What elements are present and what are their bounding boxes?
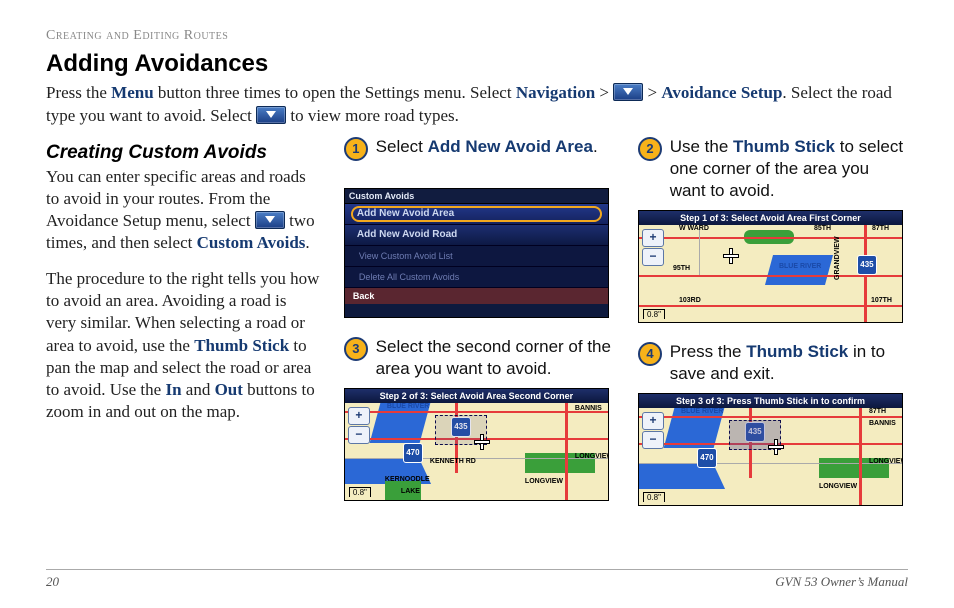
intro-text: > [595, 83, 613, 102]
menu-item: Delete All Custom Avoids [345, 267, 608, 288]
route-shield: 470 [403, 443, 423, 463]
map-label: 95TH [673, 265, 690, 272]
zoom-out-button: − [642, 248, 664, 266]
body-text: . [305, 233, 309, 252]
step-4-title: 4 Press the Thumb Stick in to save and e… [638, 341, 908, 385]
thumb-stick-ref: Thumb Stick [194, 336, 289, 355]
menu-item: Add New Avoid Road [345, 225, 608, 246]
down-arrow-icon [613, 83, 643, 101]
intro-text: Press the [46, 83, 111, 102]
step-text: Select [376, 137, 428, 156]
map-label: BANNIS [869, 420, 896, 427]
custom-avoids-menu-screenshot: Custom Avoids Add New Avoid Area Add New… [344, 188, 609, 318]
map-label: LONGVIEW [819, 483, 857, 490]
footer-rule [46, 569, 908, 570]
map-label: LONGVIEW [869, 458, 903, 465]
down-arrow-icon [255, 211, 285, 229]
map-step2-screenshot: Step 2 of 3: Select Avoid Area Second Co… [344, 388, 609, 501]
step-number-badge: 2 [638, 137, 662, 161]
map-label: LAKE [401, 488, 420, 495]
navigation-ref: Navigation [516, 83, 595, 102]
map-label: LONGVIEW [575, 453, 609, 460]
step-text: Press the [670, 342, 747, 361]
map-label: BLUE RIVER [779, 263, 821, 270]
step-number-badge: 4 [638, 342, 662, 366]
map-label: KENNETH RD [430, 458, 476, 465]
map-title: Step 1 of 3: Select Avoid Area First Cor… [639, 211, 902, 225]
map-label: BLUE RIVER [681, 408, 723, 415]
zoom-in-button: + [642, 412, 664, 430]
crosshair-icon [475, 435, 489, 449]
zoom-out-button: − [642, 431, 664, 449]
step-text: Use the [670, 137, 733, 156]
map-label: BLUE RIVER [387, 403, 429, 410]
manual-name: GVN 53 Owner’s Manual [775, 574, 908, 590]
map-label: BANNIS [575, 405, 602, 412]
crosshair-icon [724, 249, 738, 263]
route-shield: 435 [857, 255, 877, 275]
in-button-ref: In [165, 380, 181, 399]
map-label: 107TH [871, 297, 892, 304]
zoom-out-button: − [348, 426, 370, 444]
step-number-badge: 1 [344, 137, 368, 161]
step-text: . [593, 137, 598, 156]
zoom-in-button: + [642, 229, 664, 247]
map-label: W WARD [679, 225, 709, 232]
intro-text: > [643, 83, 661, 102]
map-step1-screenshot: Step 1 of 3: Select Avoid Area First Cor… [638, 210, 903, 323]
step-3-title: 3 Select the second corner of the area y… [344, 336, 614, 380]
custom-avoids-ref: Custom Avoids [197, 233, 306, 252]
section-header: Creating and Editing Routes [46, 28, 908, 44]
avoidance-setup-ref: Avoidance Setup [661, 83, 782, 102]
step-2-title: 2 Use the Thumb Stick to select one corn… [638, 136, 908, 202]
paragraph: You can enter specific areas and roads t… [46, 166, 320, 254]
step-text: Select the second corner of the area you… [376, 337, 611, 378]
intro-text: button three times to open the Settings … [154, 83, 516, 102]
paragraph: The procedure to the right tells you how… [46, 268, 320, 423]
map-label: 87TH [869, 408, 886, 415]
page-title: Adding Avoidances [46, 50, 908, 78]
map-label: LONGVIEW [525, 478, 563, 485]
down-arrow-icon [256, 106, 286, 124]
crosshair-icon [769, 440, 783, 454]
menu-item: View Custom Avoid List [345, 246, 608, 267]
menu-item: Add New Avoid Area [345, 204, 608, 225]
route-shield: 470 [697, 448, 717, 468]
body-text: and [182, 380, 215, 399]
map-step3-screenshot: Step 3 of 3: Press Thumb Stick in to con… [638, 393, 903, 506]
intro-paragraph: Press the Menu button three times to ope… [46, 82, 908, 128]
menu-tab-label: Custom Avoids [345, 189, 608, 204]
back-button: Back [345, 288, 608, 304]
menu-ref: Menu [111, 83, 154, 102]
map-scale: 0.8" [349, 487, 371, 497]
map-scale: 0.8" [643, 492, 665, 502]
map-label: 87TH [872, 225, 889, 232]
step-number-badge: 3 [344, 337, 368, 361]
add-new-avoid-area-ref: Add New Avoid Area [428, 137, 593, 156]
zoom-in-button: + [348, 407, 370, 425]
map-scale: 0.8" [643, 309, 665, 319]
step-1-title: 1 Select Add New Avoid Area. [344, 136, 614, 160]
map-label: KERNOODLE [385, 476, 430, 483]
map-label: 103RD [679, 297, 701, 304]
intro-text: to view more road types. [286, 106, 459, 125]
subheading-custom-avoids: Creating Custom Avoids [46, 142, 320, 164]
thumb-stick-ref: Thumb Stick [733, 137, 835, 156]
map-label: GRANDVIEW [834, 237, 841, 281]
map-label: 85TH [814, 225, 831, 232]
out-button-ref: Out [215, 380, 243, 399]
page-number: 20 [46, 574, 59, 590]
map-title: Step 2 of 3: Select Avoid Area Second Co… [345, 389, 608, 403]
map-title: Step 3 of 3: Press Thumb Stick in to con… [639, 394, 902, 408]
thumb-stick-ref: Thumb Stick [746, 342, 848, 361]
